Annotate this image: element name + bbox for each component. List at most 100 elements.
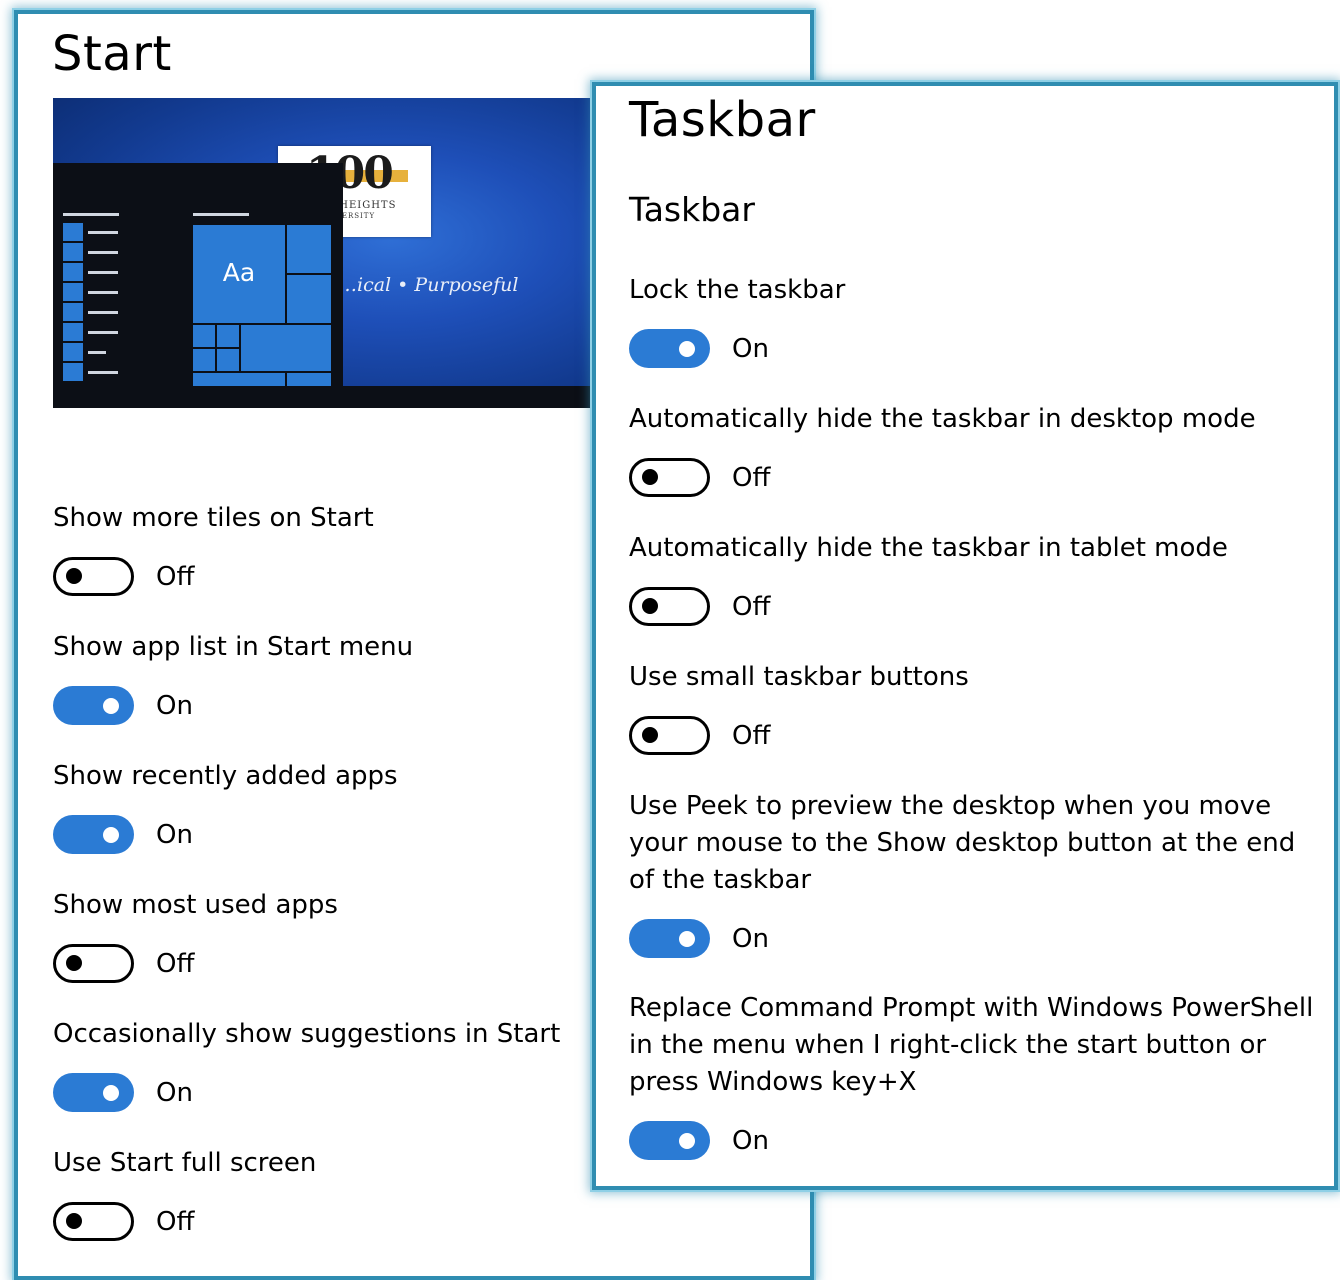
- setting-label: Show most used apps: [53, 890, 338, 920]
- preview-tile: [287, 275, 331, 323]
- preview-tile: [217, 349, 239, 371]
- rail-icon: [63, 303, 83, 321]
- rail-icon: [63, 263, 83, 281]
- setting-label: Automatically hide the taskbar in tablet…: [629, 533, 1228, 563]
- setting-label: Show app list in Start menu: [53, 632, 414, 662]
- toggle-knob: [642, 469, 658, 485]
- preview-tile: [193, 373, 285, 386]
- toggle-state-text: On: [732, 1126, 769, 1156]
- taskbar-page-title: Taskbar: [629, 92, 816, 148]
- show-most-used-toggle[interactable]: [53, 944, 134, 983]
- preview-tile: [217, 325, 239, 347]
- setting-show-suggestions: Occasionally show suggestions in Start O…: [53, 1016, 560, 1115]
- menu-line: [193, 213, 249, 216]
- toggle-row: On: [53, 1071, 560, 1115]
- show-recently-added-toggle[interactable]: [53, 815, 134, 854]
- menu-line: [88, 231, 118, 234]
- toggle-state-text: Off: [156, 949, 195, 979]
- autohide-tablet-toggle[interactable]: [629, 587, 710, 626]
- setting-start-full-screen: Use Start full screen Off: [53, 1145, 316, 1244]
- toggle-state-text: On: [156, 1078, 193, 1108]
- setting-autohide-desktop: Automatically hide the taskbar in deskto…: [629, 401, 1256, 500]
- toggle-row: Off: [53, 555, 374, 599]
- toggle-state-text: On: [732, 334, 769, 364]
- toggle-knob: [642, 727, 658, 743]
- preview-tile: [241, 325, 331, 371]
- menu-line: [88, 331, 118, 334]
- toggle-state-text: Off: [732, 721, 771, 751]
- menu-line: [88, 351, 106, 354]
- preview-tile: [193, 325, 215, 347]
- rail-icon: [63, 343, 83, 361]
- setting-lock-taskbar: Lock the taskbar On: [629, 272, 845, 371]
- toggle-knob: [66, 1213, 82, 1229]
- toggle-state-text: On: [156, 820, 193, 850]
- setting-label: Use Peek to preview the desktop when you…: [629, 791, 1296, 895]
- lock-taskbar-toggle[interactable]: [629, 329, 710, 368]
- preview-tile: [287, 225, 331, 273]
- toggle-state-text: Off: [732, 592, 771, 622]
- toggle-row: On: [629, 327, 845, 371]
- toggle-row: Off: [629, 714, 969, 758]
- toggle-knob: [66, 955, 82, 971]
- setting-label: Replace Command Prompt with Windows Powe…: [629, 993, 1314, 1097]
- setting-use-peek: Use Peek to preview the desktop when you…: [629, 788, 1319, 961]
- preview-tile: [193, 349, 215, 371]
- rail-icon: [63, 283, 83, 301]
- toggle-row: Off: [629, 585, 1228, 629]
- setting-replace-powershell: Replace Command Prompt with Windows Powe…: [629, 990, 1319, 1163]
- rail-icon: [63, 223, 83, 241]
- toggle-knob: [103, 1084, 119, 1101]
- setting-label: Show more tiles on Start: [53, 503, 374, 533]
- toggle-knob: [66, 568, 82, 584]
- setting-show-recently-added: Show recently added apps On: [53, 758, 398, 857]
- menu-line: [88, 291, 118, 294]
- toggle-row: On: [629, 917, 1319, 961]
- autohide-desktop-toggle[interactable]: [629, 458, 710, 497]
- toggle-knob: [103, 697, 119, 714]
- rail-icon: [63, 363, 83, 381]
- wallpaper-script-text: …ical • Purposeful: [338, 274, 519, 296]
- toggle-state-text: Off: [156, 1207, 195, 1237]
- rail-icon: [63, 243, 83, 261]
- setting-show-app-list: Show app list in Start menu On: [53, 629, 413, 728]
- show-app-list-toggle[interactable]: [53, 686, 134, 725]
- setting-label: Use Start full screen: [53, 1148, 317, 1178]
- setting-label: Automatically hide the taskbar in deskto…: [629, 404, 1256, 434]
- menu-line: [88, 271, 118, 274]
- taskbar-settings-panel: Taskbar Taskbar Lock the taskbar On Auto…: [592, 82, 1338, 1190]
- setting-label: Show recently added apps: [53, 761, 398, 791]
- setting-label: Use small taskbar buttons: [629, 662, 969, 692]
- menu-line: [88, 311, 118, 314]
- setting-label: Occasionally show suggestions in Start: [53, 1019, 561, 1049]
- menu-line: [88, 371, 118, 374]
- setting-autohide-tablet: Automatically hide the taskbar in tablet…: [629, 530, 1228, 629]
- setting-show-more-tiles: Show more tiles on Start Off: [53, 500, 374, 599]
- setting-label: Lock the taskbar: [629, 275, 846, 305]
- setting-small-buttons: Use small taskbar buttons Off: [629, 659, 969, 758]
- toggle-row: Off: [53, 942, 338, 986]
- toggle-state-text: Off: [732, 463, 771, 493]
- preview-taskbar: [53, 386, 598, 408]
- show-more-tiles-toggle[interactable]: [53, 557, 134, 596]
- taskbar-section-title: Taskbar: [629, 190, 755, 229]
- toggle-row: On: [53, 813, 398, 857]
- rail-icon: [63, 323, 83, 341]
- use-peek-toggle[interactable]: [629, 919, 710, 958]
- toggle-row: On: [629, 1119, 1319, 1163]
- toggle-row: On: [53, 684, 413, 728]
- start-page-title: Start: [52, 26, 172, 82]
- replace-powershell-toggle[interactable]: [629, 1121, 710, 1160]
- small-buttons-toggle[interactable]: [629, 716, 710, 755]
- toggle-knob: [679, 930, 695, 947]
- preview-tile: [287, 373, 331, 386]
- menu-line: [63, 213, 119, 216]
- start-full-screen-toggle[interactable]: [53, 1202, 134, 1241]
- setting-show-most-used: Show most used apps Off: [53, 887, 338, 986]
- toggle-state-text: On: [732, 924, 769, 954]
- toggle-knob: [679, 340, 695, 357]
- toggle-state-text: On: [156, 691, 193, 721]
- show-suggestions-toggle[interactable]: [53, 1073, 134, 1112]
- toggle-row: Off: [629, 456, 1256, 500]
- toggle-knob: [679, 1132, 695, 1149]
